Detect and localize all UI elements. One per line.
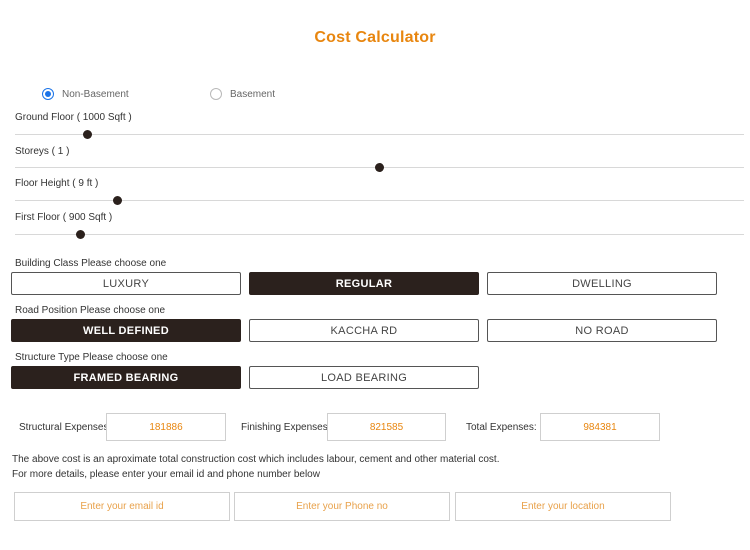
- slider-label-ground-floor: Ground Floor ( 1000 Sqft ): [15, 112, 132, 123]
- slider-label-storeys: Storeys ( 1 ): [15, 146, 70, 157]
- slider-thumb-first-floor[interactable]: [76, 230, 86, 239]
- radio-unchecked-icon[interactable]: [210, 88, 222, 100]
- building-class-luxury-button[interactable]: LUXURY: [11, 272, 241, 295]
- slider-thumb-floor-height[interactable]: [112, 196, 122, 205]
- slider-track-first-floor[interactable]: [15, 234, 744, 235]
- location-field[interactable]: [455, 492, 671, 521]
- radio-non-basement[interactable]: Non-Basement: [42, 88, 129, 100]
- cost-note: The above cost is an aproximate total co…: [12, 454, 500, 465]
- road-well-defined-button[interactable]: WELL DEFINED: [11, 319, 241, 342]
- building-class-label: Building Class Please choose one: [15, 258, 167, 269]
- radio-basement[interactable]: Basement: [210, 88, 275, 100]
- slider-thumb-storeys[interactable]: [375, 163, 384, 172]
- phone-field[interactable]: [234, 492, 450, 521]
- contact-note: For more details, please enter your emai…: [12, 469, 320, 480]
- total-expenses-value: 984381: [540, 413, 660, 441]
- structure-framed-bearing-button[interactable]: FRAMED BEARING: [11, 366, 241, 389]
- slider-track-ground-floor[interactable]: [15, 134, 744, 135]
- road-kaccha-button[interactable]: KACCHA RD: [249, 319, 479, 342]
- structure-type-label: Structure Type Please choose one: [15, 352, 168, 363]
- slider-track-floor-height[interactable]: [15, 200, 744, 201]
- road-no-road-button[interactable]: NO ROAD: [487, 319, 717, 342]
- structural-expenses-value: 181886: [106, 413, 226, 441]
- finishing-expenses-value: 821585: [327, 413, 446, 441]
- page-title: Cost Calculator: [314, 29, 436, 46]
- finishing-expenses-label: Finishing Expenses:: [241, 422, 331, 433]
- total-expenses-label: Total Expenses:: [466, 422, 537, 433]
- slider-label-first-floor: First Floor ( 900 Sqft ): [15, 212, 113, 223]
- structural-expenses-label: Structural Expenses:: [19, 422, 112, 433]
- building-class-regular-button[interactable]: REGULAR: [249, 272, 479, 295]
- radio-label-basement: Basement: [230, 88, 276, 100]
- radio-label-non-basement: Non-Basement: [62, 88, 129, 100]
- radio-checked-icon[interactable]: [42, 88, 54, 100]
- road-position-label: Road Position Please choose one: [15, 305, 166, 316]
- building-class-dwelling-button[interactable]: DWELLING: [487, 272, 717, 295]
- structure-load-bearing-button[interactable]: LOAD BEARING: [249, 366, 479, 389]
- slider-thumb-ground-floor[interactable]: [83, 130, 93, 139]
- slider-label-floor-height: Floor Height ( 9 ft ): [15, 178, 99, 189]
- email-field[interactable]: [14, 492, 230, 521]
